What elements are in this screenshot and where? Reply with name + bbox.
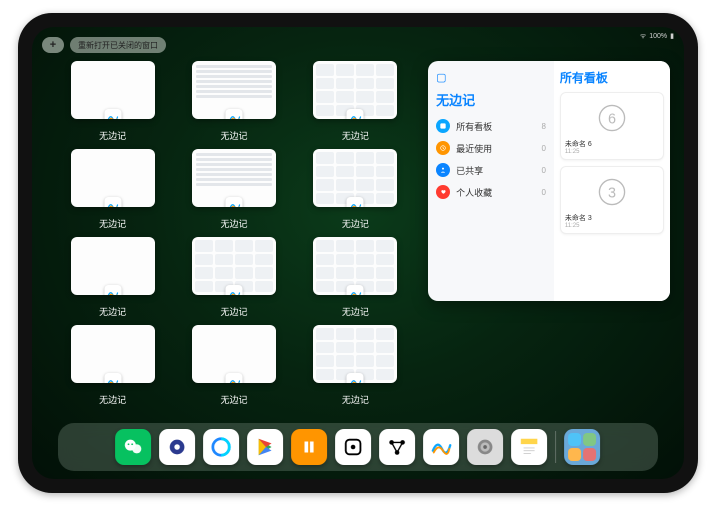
ipad-frame: ᯤ 100% ▮ + 重新打开已关闭的窗口 无边记无边记无边记无边记无边记无边记… [18, 13, 698, 493]
sidebar-item[interactable]: 所有看板 8 [436, 115, 546, 137]
window-label: 无边记 [221, 217, 248, 230]
dock-app-books[interactable] [291, 429, 327, 465]
dock-app-quark[interactable] [159, 429, 195, 465]
dock-separator [555, 431, 556, 463]
panel-sidebar: ··· ▢ 无边记 所有看板8最近使用0已共享0个人收藏0 [428, 61, 554, 301]
window-thumbnail[interactable]: 无边记 [299, 149, 412, 233]
freeform-app-icon [104, 373, 121, 383]
header-controls: + 重新打开已关闭的窗口 [42, 37, 166, 53]
boards-title: 所有看板 [560, 69, 664, 86]
window-label: 无边记 [99, 393, 126, 406]
window-switcher-grid: 无边记无边记无边记无边记无边记无边记无边记无边记无边记无边记无边记无边记 [56, 61, 412, 419]
panel-title: 无边记 [436, 90, 546, 109]
board-preview: 6 [565, 97, 659, 139]
freeform-app-icon [347, 285, 364, 295]
sidebar-item[interactable]: 个人收藏 0 [436, 181, 546, 203]
freeform-app-icon [226, 285, 243, 295]
freeform-app-icon [104, 285, 121, 295]
window-label: 无边记 [342, 305, 369, 318]
dock-app-settings[interactable] [467, 429, 503, 465]
freeform-app-icon [226, 109, 243, 119]
sidebar-item-label: 最近使用 [456, 142, 492, 155]
dock-app-dice[interactable] [335, 429, 371, 465]
content-area: 无边记无边记无边记无边记无边记无边记无边记无边记无边记无边记无边记无边记 ···… [56, 61, 670, 419]
freeform-app-icon [347, 109, 364, 119]
category-icon [436, 185, 450, 199]
window-thumbnail[interactable]: 无边记 [56, 237, 169, 321]
window-label: 无边记 [342, 217, 369, 230]
window-label: 无边记 [221, 129, 248, 142]
dock-app-freeform[interactable] [423, 429, 459, 465]
window-thumbnail[interactable]: 无边记 [299, 325, 412, 409]
sidebar-item[interactable]: 已共享 0 [436, 159, 546, 181]
board-card[interactable]: 6 未命名 611:25 [560, 92, 664, 160]
board-name: 未命名 6 [565, 139, 659, 149]
sidebar-item-label: 个人收藏 [456, 186, 492, 199]
freeform-app-icon [347, 373, 364, 383]
dock-app-notes[interactable] [511, 429, 547, 465]
window-label: 无边记 [99, 129, 126, 142]
sidebar-item-count: 0 [541, 144, 545, 153]
dock-app-qqbrowser[interactable] [203, 429, 239, 465]
board-time: 11:25 [565, 149, 659, 155]
dock-app-nodes[interactable] [379, 429, 415, 465]
wifi-icon: ᯤ [640, 32, 646, 41]
svg-text:3: 3 [608, 185, 616, 201]
window-thumbnail[interactable]: 无边记 [299, 61, 412, 145]
board-preview: 3 [565, 171, 659, 213]
sidebar-item[interactable]: 最近使用 0 [436, 137, 546, 159]
dock-app-wechat[interactable] [115, 429, 151, 465]
window-thumbnail[interactable]: 无边记 [299, 237, 412, 321]
freeform-app-icon [226, 197, 243, 207]
freeform-side-panel[interactable]: ··· ▢ 无边记 所有看板8最近使用0已共享0个人收藏0 所有看板 6未命名 … [428, 61, 670, 301]
window-label: 无边记 [342, 393, 369, 406]
sidebar-item-count: 0 [541, 188, 545, 197]
reopen-closed-window-button[interactable]: 重新打开已关闭的窗口 [70, 37, 166, 53]
freeform-app-icon [226, 373, 243, 383]
window-thumbnail[interactable]: 无边记 [56, 325, 169, 409]
category-icon [436, 163, 450, 177]
sidebar-item-count: 0 [541, 166, 545, 175]
svg-text:6: 6 [608, 111, 616, 127]
window-thumbnail[interactable]: 无边记 [177, 237, 290, 321]
sidebar-item-label: 已共享 [456, 164, 483, 177]
new-window-button[interactable]: + [42, 37, 64, 53]
category-icon [436, 141, 450, 155]
freeform-app-icon [104, 109, 121, 119]
board-card[interactable]: 3 未命名 311:25 [560, 166, 664, 234]
dock [58, 423, 658, 471]
window-label: 无边记 [99, 217, 126, 230]
window-thumbnail[interactable]: 无边记 [177, 325, 290, 409]
category-icon [436, 119, 450, 133]
screen: ᯤ 100% ▮ + 重新打开已关闭的窗口 无边记无边记无边记无边记无边记无边记… [32, 27, 684, 479]
dock-app-play[interactable] [247, 429, 283, 465]
board-name: 未命名 3 [565, 213, 659, 223]
board-time: 11:25 [565, 223, 659, 229]
window-thumbnail[interactable]: 无边记 [56, 61, 169, 145]
sidebar-toggle-icon[interactable]: ▢ [436, 71, 446, 84]
sidebar-item-label: 所有看板 [456, 120, 492, 133]
window-label: 无边记 [342, 129, 369, 142]
dock-app-app-library[interactable] [564, 429, 600, 465]
battery-label: 100% [649, 33, 667, 40]
sidebar-item-count: 8 [541, 122, 545, 131]
window-label: 无边记 [221, 393, 248, 406]
freeform-app-icon [104, 197, 121, 207]
window-thumbnail[interactable]: 无边记 [177, 61, 290, 145]
window-label: 无边记 [99, 305, 126, 318]
window-thumbnail[interactable]: 无边记 [56, 149, 169, 233]
panel-boards: 所有看板 6未命名 611:253未命名 311:25 [554, 61, 670, 301]
window-label: 无边记 [221, 305, 248, 318]
freeform-app-icon [347, 197, 364, 207]
window-thumbnail[interactable]: 无边记 [177, 149, 290, 233]
battery-icon: ▮ [670, 32, 674, 40]
